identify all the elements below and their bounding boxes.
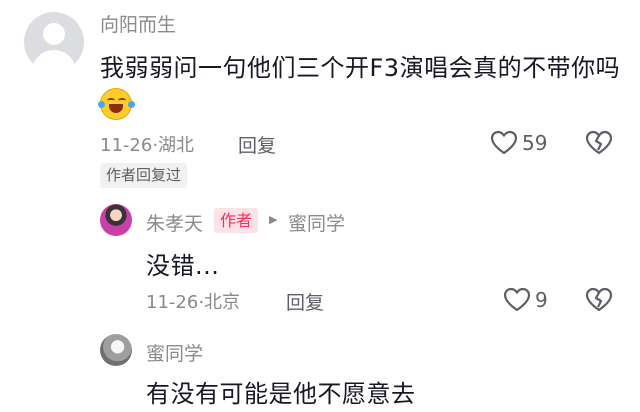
reply-button[interactable]: 回复 — [286, 288, 324, 315]
reply-to-username[interactable]: 蜜同学 — [288, 209, 345, 236]
emoji-tear — [128, 101, 135, 108]
reply-text: 没错... — [146, 252, 220, 280]
heart-icon[interactable] — [490, 130, 518, 156]
comment-meta: 11-26·湖北 — [100, 131, 194, 157]
avatar[interactable] — [100, 334, 132, 366]
comment-text: 我弱弱问一句他们三个开F3演唱会真的不带你吗 — [100, 54, 621, 82]
avatar[interactable] — [100, 204, 132, 236]
emoji-eye — [107, 98, 115, 103]
like-count: 59 — [522, 131, 548, 155]
comment-date: 11-26 — [100, 135, 153, 156]
avatar[interactable] — [24, 12, 84, 72]
reply-button[interactable]: 回复 — [238, 131, 276, 158]
comment-location: 湖北 — [158, 135, 195, 156]
avatar-placeholder-body — [32, 50, 76, 72]
like-count: 9 — [535, 288, 548, 312]
broken-heart-dislike-icon[interactable] — [585, 130, 613, 156]
reply-arrow-icon: ▶ — [269, 213, 278, 226]
reply-date: 11-26 — [146, 292, 199, 313]
avatar-placeholder-head — [43, 23, 65, 45]
heart-icon[interactable] — [503, 287, 531, 313]
emoji-tear — [98, 101, 105, 108]
emoji-mouth — [109, 104, 123, 113]
reply-username[interactable]: 蜜同学 — [146, 339, 203, 366]
emoji-eye — [118, 98, 126, 103]
laughing-with-tears-emoji — [98, 88, 135, 120]
reply-text: 有没有可能是他不愿意去 — [146, 380, 416, 408]
author-badge: 作者 — [214, 208, 259, 233]
broken-heart-dislike-icon[interactable] — [585, 287, 613, 313]
reply-meta: 11-26·北京 — [146, 288, 240, 314]
reply-location: 北京 — [204, 292, 241, 313]
comment-username[interactable]: 向阳而生 — [100, 10, 176, 37]
author-replied-tag: 作者回复过 — [100, 163, 188, 188]
reply-username[interactable]: 朱孝天 — [146, 209, 203, 236]
